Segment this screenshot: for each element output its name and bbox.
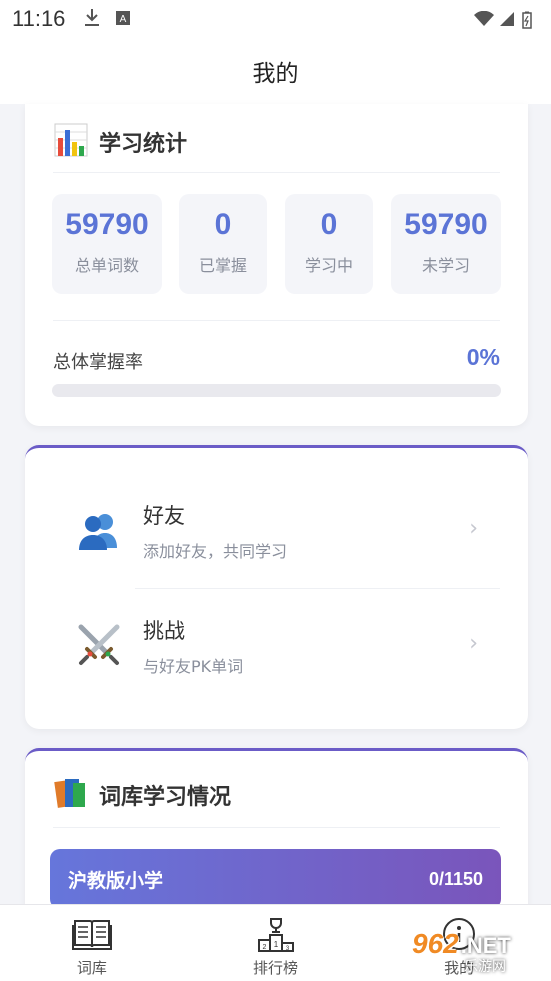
people-icon: [75, 506, 123, 554]
stat-label: 学习中: [304, 256, 353, 275]
menu-item-subtitle: 添加好友，共同学习: [143, 542, 288, 561]
stat-label: 已掌握: [198, 256, 247, 275]
site-watermark: 962.NET 乐游网: [412, 928, 544, 976]
svg-text:2: 2: [262, 944, 266, 951]
mastery-label: 总体掌握率: [53, 352, 143, 373]
page-header: 我的: [0, 38, 551, 104]
stats-title: 学习统计: [99, 132, 188, 157]
signal-icon: [497, 11, 515, 27]
book-progress-item[interactable]: 沪教版小学 0/1150: [50, 849, 501, 909]
divider: [53, 172, 500, 173]
menu-item-title: 好友: [143, 504, 185, 528]
status-time: 11:16: [12, 6, 66, 31]
menu-item-friends[interactable]: 好友 添加好友，共同学习 ›: [25, 478, 528, 588]
tab-library[interactable]: 词库: [0, 905, 184, 981]
library-title: 词库学习情况: [99, 785, 232, 810]
stat-label: 总单词数: [74, 256, 139, 275]
svg-text:A: A: [120, 14, 127, 25]
download-icon: [83, 7, 101, 32]
stat-value: 59790: [65, 208, 149, 241]
chevron-right-icon: ›: [469, 631, 478, 656]
wifi-icon: [473, 10, 494, 27]
podium-icon: 1 2 3: [256, 917, 296, 953]
stat-mastered: 0 已掌握: [179, 194, 267, 294]
bar-chart-icon: [53, 122, 89, 162]
stat-unlearned: 59790 未学习: [391, 194, 501, 294]
nav-label: 词库: [76, 959, 107, 977]
menu-item-subtitle: 与好友PK单词: [143, 657, 244, 676]
book-icon: [71, 917, 112, 953]
books-icon: [53, 775, 89, 815]
nav-label: 排行榜: [253, 959, 299, 977]
watermark-logo: 962: [412, 928, 459, 959]
stat-value: 0: [214, 208, 232, 241]
stat-value: 59790: [404, 208, 488, 241]
stat-label: 未学习: [421, 256, 470, 275]
stats-header: 学习统计: [53, 122, 187, 162]
page-title: 我的: [252, 61, 299, 87]
tab-ranking[interactable]: 1 2 3 排行榜: [184, 905, 368, 981]
chevron-right-icon: ›: [469, 516, 478, 541]
stat-total-words: 59790 总单词数: [52, 194, 162, 294]
crossed-swords-icon: [75, 621, 123, 669]
book-progress: 0/1150: [428, 868, 483, 889]
divider: [53, 320, 500, 321]
menu-item-title: 挑战: [143, 619, 185, 643]
stat-learning: 0 学习中: [285, 194, 373, 294]
social-card: 好友 添加好友，共同学习 › 挑战 与好友PK单词 ›: [25, 445, 528, 729]
stats-card: 学习统计 59790 总单词数 0 已掌握 0 学习中 59790 未学习 总体…: [25, 104, 528, 426]
mastery-progress-bar: [52, 384, 501, 397]
svg-text:1: 1: [273, 940, 278, 949]
book-name: 沪教版小学: [68, 869, 164, 892]
divider: [135, 588, 500, 589]
status-bar: 11:16 A: [0, 0, 551, 38]
watermark-sub: 乐游网: [464, 958, 506, 974]
stat-value: 0: [320, 208, 338, 241]
app-notification-icon: A: [115, 7, 131, 31]
divider: [53, 827, 500, 828]
mastery-value: 0%: [466, 344, 500, 370]
battery-icon: [521, 11, 539, 29]
watermark-domain: .NET: [460, 933, 511, 958]
library-header: 词库学习情况: [53, 775, 231, 815]
menu-item-challenge[interactable]: 挑战 与好友PK单词 ›: [25, 593, 528, 703]
